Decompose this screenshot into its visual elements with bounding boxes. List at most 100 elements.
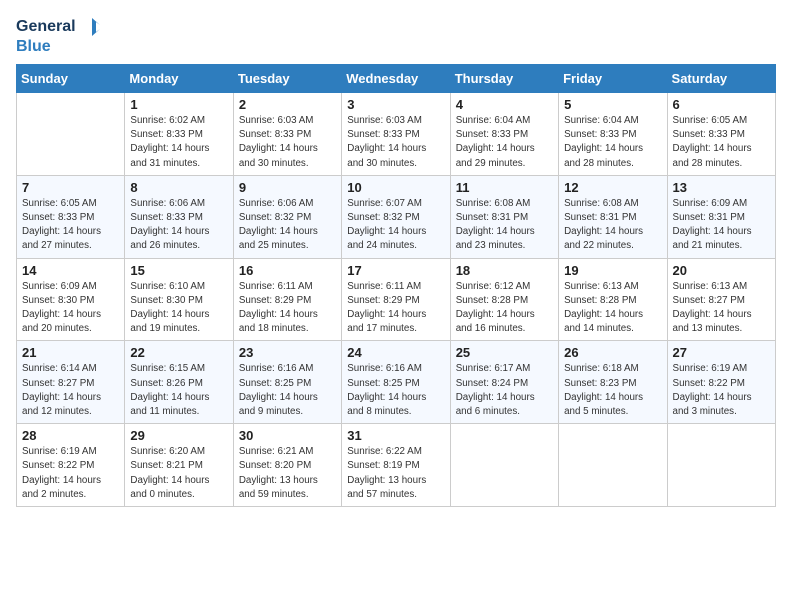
day-info: Sunrise: 6:07 AMSunset: 8:32 PMDaylight:… — [347, 197, 444, 254]
calendar-week-row: 21 Sunrise: 6:14 AMSunset: 8:27 PMDayligh… — [17, 341, 776, 424]
weekday-header-sunday: Sunday — [17, 65, 125, 93]
calendar-week-row: 28 Sunrise: 6:19 AMSunset: 8:22 PMDayligh… — [17, 424, 776, 507]
logo-bird-icon — [78, 16, 100, 38]
day-number: 4 — [456, 97, 553, 112]
calendar-cell: 14Sunrise: 6:09 AMSunset: 8:30 PMDayligh… — [17, 258, 125, 341]
calendar-week-row: 7 Sunrise: 6:05 AMSunset: 8:33 PMDaylight… — [17, 175, 776, 258]
logo-general: General — [16, 18, 76, 36]
day-info: Sunrise: 6:03 AMSunset: 8:33 PMDaylight:… — [347, 114, 444, 171]
day-number: 12 — [564, 180, 661, 195]
calendar-cell: 5Sunrise: 6:04 AMSunset: 8:33 PMDaylight… — [559, 93, 667, 176]
day-info: Sunrise: 6:13 AMSunset: 8:28 PMDaylight:… — [564, 280, 661, 337]
day-number: 23 — [239, 345, 336, 360]
calendar-cell: 13 Sunrise: 6:09 AMSunset: 8:31 PMDayligh… — [667, 175, 775, 258]
logo-blue: Blue — [16, 38, 51, 56]
calendar-cell — [17, 93, 125, 176]
weekday-header-tuesday: Tuesday — [233, 65, 341, 93]
weekday-header-saturday: Saturday — [667, 65, 775, 93]
day-number: 13 — [673, 180, 770, 195]
calendar-cell: 9 Sunrise: 6:06 AMSunset: 8:32 PMDaylight… — [233, 175, 341, 258]
logo: General Blue — [16, 16, 100, 56]
calendar-cell: 26 Sunrise: 6:18 AMSunset: 8:23 PMDayligh… — [559, 341, 667, 424]
day-info: Sunrise: 6:18 AMSunset: 8:23 PMDaylight:… — [564, 362, 661, 419]
day-info: Sunrise: 6:19 AMSunset: 8:22 PMDaylight:… — [673, 362, 770, 419]
day-info: Sunrise: 6:14 AMSunset: 8:27 PMDaylight:… — [22, 362, 119, 419]
day-number: 27 — [673, 345, 770, 360]
day-number: 31 — [347, 428, 444, 443]
calendar-cell — [667, 424, 775, 507]
day-number: 22 — [130, 345, 227, 360]
day-info: Sunrise: 6:03 AMSunset: 8:33 PMDaylight:… — [239, 114, 336, 171]
day-info: Sunrise: 6:12 AMSunset: 8:28 PMDaylight:… — [456, 280, 553, 337]
calendar-cell: 28 Sunrise: 6:19 AMSunset: 8:22 PMDayligh… — [17, 424, 125, 507]
weekday-header-wednesday: Wednesday — [342, 65, 450, 93]
day-number: 3 — [347, 97, 444, 112]
day-info: Sunrise: 6:04 AMSunset: 8:33 PMDaylight:… — [456, 114, 553, 171]
calendar-cell: 19 Sunrise: 6:13 AMSunset: 8:28 PMDayligh… — [559, 258, 667, 341]
calendar-week-row: 1 Sunrise: 6:02 AMSunset: 8:33 PMDaylight… — [17, 93, 776, 176]
calendar-cell: 7 Sunrise: 6:05 AMSunset: 8:33 PMDaylight… — [17, 175, 125, 258]
calendar-cell: 6 Sunrise: 6:05 AMSunset: 8:33 PMDaylight… — [667, 93, 775, 176]
day-number: 30 — [239, 428, 336, 443]
day-info: Sunrise: 6:10 AMSunset: 8:30 PMDaylight:… — [130, 280, 227, 337]
day-info: Sunrise: 6:08 AMSunset: 8:31 PMDaylight:… — [456, 197, 553, 254]
day-number: 10 — [347, 180, 444, 195]
day-number: 26 — [564, 345, 661, 360]
calendar-cell: 29Sunrise: 6:20 AMSunset: 8:21 PMDayligh… — [125, 424, 233, 507]
day-number: 24 — [347, 345, 444, 360]
day-info: Sunrise: 6:13 AMSunset: 8:27 PMDaylight:… — [673, 280, 770, 337]
day-info: Sunrise: 6:16 AMSunset: 8:25 PMDaylight:… — [347, 362, 444, 419]
calendar-cell: 3 Sunrise: 6:03 AMSunset: 8:33 PMDaylight… — [342, 93, 450, 176]
day-number: 20 — [673, 263, 770, 278]
weekday-header-row: SundayMondayTuesdayWednesdayThursdayFrid… — [17, 65, 776, 93]
calendar-cell: 27 Sunrise: 6:19 AMSunset: 8:22 PMDayligh… — [667, 341, 775, 424]
day-info: Sunrise: 6:11 AMSunset: 8:29 PMDaylight:… — [347, 280, 444, 337]
calendar-cell: 12Sunrise: 6:08 AMSunset: 8:31 PMDayligh… — [559, 175, 667, 258]
day-number: 8 — [130, 180, 227, 195]
day-number: 7 — [22, 180, 119, 195]
day-number: 21 — [22, 345, 119, 360]
weekday-header-thursday: Thursday — [450, 65, 558, 93]
day-number: 11 — [456, 180, 553, 195]
day-number: 6 — [673, 97, 770, 112]
calendar-cell: 1 Sunrise: 6:02 AMSunset: 8:33 PMDaylight… — [125, 93, 233, 176]
day-info: Sunrise: 6:19 AMSunset: 8:22 PMDaylight:… — [22, 445, 119, 502]
day-info: Sunrise: 6:11 AMSunset: 8:29 PMDaylight:… — [239, 280, 336, 337]
calendar-cell: 22 Sunrise: 6:15 AMSunset: 8:26 PMDayligh… — [125, 341, 233, 424]
day-number: 18 — [456, 263, 553, 278]
calendar-week-row: 14Sunrise: 6:09 AMSunset: 8:30 PMDayligh… — [17, 258, 776, 341]
day-number: 28 — [22, 428, 119, 443]
calendar-cell: 2 Sunrise: 6:03 AMSunset: 8:33 PMDaylight… — [233, 93, 341, 176]
weekday-header-friday: Friday — [559, 65, 667, 93]
day-info: Sunrise: 6:05 AMSunset: 8:33 PMDaylight:… — [673, 114, 770, 171]
calendar-cell: 16 Sunrise: 6:11 AMSunset: 8:29 PMDayligh… — [233, 258, 341, 341]
calendar-cell: 4 Sunrise: 6:04 AMSunset: 8:33 PMDaylight… — [450, 93, 558, 176]
calendar-cell — [450, 424, 558, 507]
calendar-cell: 21 Sunrise: 6:14 AMSunset: 8:27 PMDayligh… — [17, 341, 125, 424]
page-header: General Blue — [16, 16, 776, 56]
day-number: 19 — [564, 263, 661, 278]
calendar-table: SundayMondayTuesdayWednesdayThursdayFrid… — [16, 64, 776, 507]
calendar-cell: 10 Sunrise: 6:07 AMSunset: 8:32 PMDayligh… — [342, 175, 450, 258]
day-info: Sunrise: 6:06 AMSunset: 8:33 PMDaylight:… — [130, 197, 227, 254]
calendar-cell: 17Sunrise: 6:11 AMSunset: 8:29 PMDayligh… — [342, 258, 450, 341]
day-number: 16 — [239, 263, 336, 278]
day-number: 2 — [239, 97, 336, 112]
day-info: Sunrise: 6:06 AMSunset: 8:32 PMDaylight:… — [239, 197, 336, 254]
weekday-header-monday: Monday — [125, 65, 233, 93]
day-info: Sunrise: 6:02 AMSunset: 8:33 PMDaylight:… — [130, 114, 227, 171]
day-info: Sunrise: 6:21 AMSunset: 8:20 PMDaylight:… — [239, 445, 336, 502]
calendar-cell: 20 Sunrise: 6:13 AMSunset: 8:27 PMDayligh… — [667, 258, 775, 341]
calendar-cell: 24 Sunrise: 6:16 AMSunset: 8:25 PMDayligh… — [342, 341, 450, 424]
day-number: 9 — [239, 180, 336, 195]
calendar-cell: 15 Sunrise: 6:10 AMSunset: 8:30 PMDayligh… — [125, 258, 233, 341]
day-number: 1 — [130, 97, 227, 112]
day-number: 29 — [130, 428, 227, 443]
calendar-cell: 8 Sunrise: 6:06 AMSunset: 8:33 PMDaylight… — [125, 175, 233, 258]
day-number: 15 — [130, 263, 227, 278]
day-info: Sunrise: 6:05 AMSunset: 8:33 PMDaylight:… — [22, 197, 119, 254]
day-info: Sunrise: 6:09 AMSunset: 8:31 PMDaylight:… — [673, 197, 770, 254]
day-info: Sunrise: 6:15 AMSunset: 8:26 PMDaylight:… — [130, 362, 227, 419]
day-info: Sunrise: 6:16 AMSunset: 8:25 PMDaylight:… — [239, 362, 336, 419]
calendar-cell: 23 Sunrise: 6:16 AMSunset: 8:25 PMDayligh… — [233, 341, 341, 424]
